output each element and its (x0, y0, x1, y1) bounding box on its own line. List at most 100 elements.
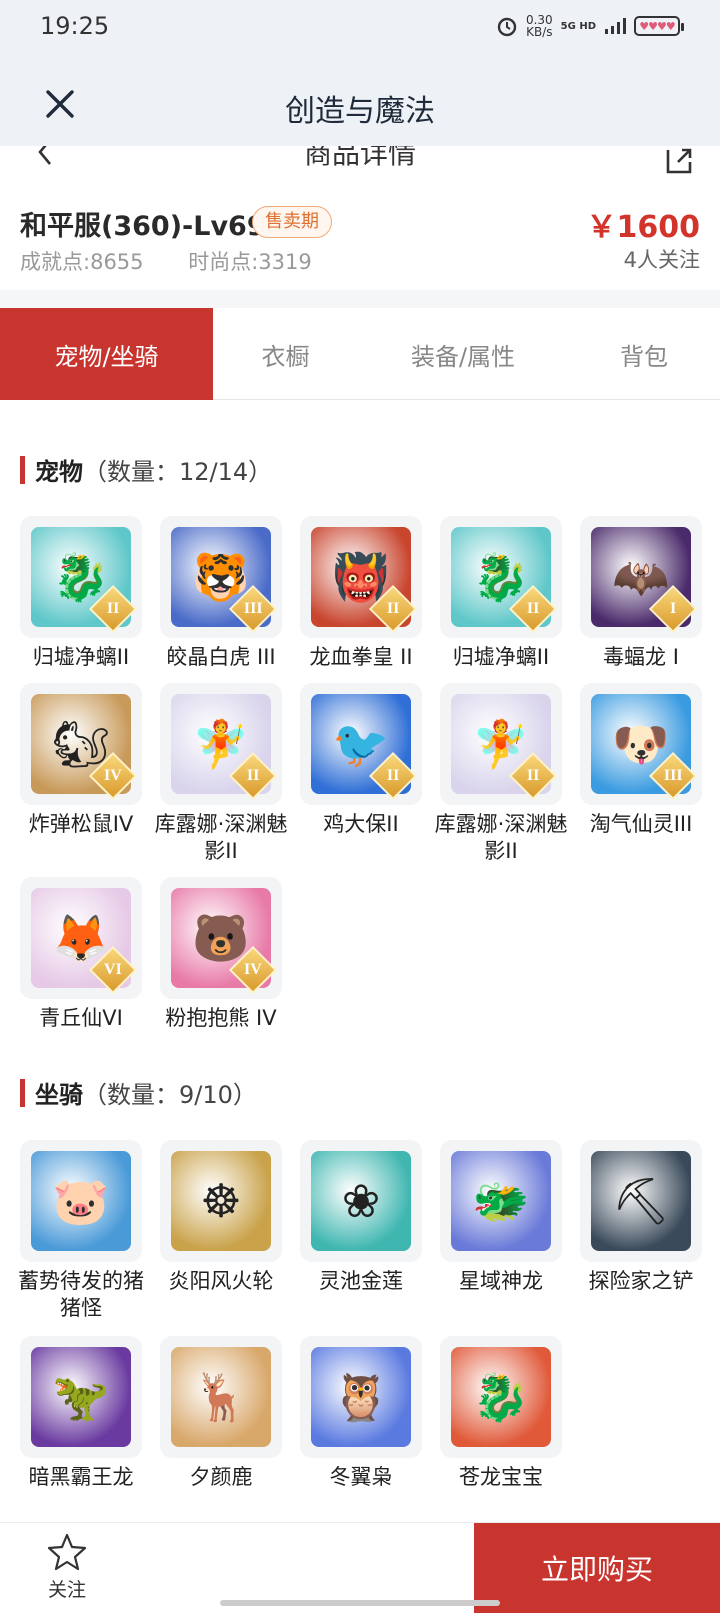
item-name: 探险家之铲 (588, 1269, 694, 1293)
list-item[interactable]: 🧚 II 库露娜·深渊魅影II (155, 683, 287, 865)
section-marker (20, 1078, 25, 1107)
page-title: 创造与魔法 (285, 94, 435, 129)
nav-bar: 创造与魔法 (0, 56, 720, 156)
tab-equipment[interactable]: 装备/属性 (358, 308, 568, 400)
item-name: 龙血拳皇 II (309, 645, 413, 669)
item-thumbnail: 🐿 IV (20, 683, 142, 805)
list-item[interactable]: 🐉 II 归墟净螭II (20, 516, 142, 671)
trex-icon: 🦖 (52, 1369, 110, 1424)
item-name: 粉抱抱熊 IV (165, 1006, 277, 1030)
product-stats: 成就点:8655 时尚点:3319 (20, 246, 350, 276)
tab-backpack[interactable]: 背包 (568, 308, 720, 400)
item-thumbnail: ☸ (160, 1140, 282, 1262)
pig-icon: 🐷 (52, 1173, 110, 1228)
achievement-stat: 成就点:8655 (20, 250, 144, 274)
buy-now-button[interactable]: 立即购买 (474, 1523, 720, 1613)
list-item[interactable]: 🐷 蓄势待发的猪猪怪 (18, 1140, 144, 1322)
section-marker (20, 455, 25, 484)
item-thumbnail: 🦊 VI (20, 877, 142, 999)
status-bar: 19:25 0.30 KB/s 5G HD ♥♥♥♥ (0, 0, 720, 56)
list-item[interactable]: 👹 II 龙血拳皇 II (300, 516, 422, 671)
item-name: 暗黑霸王龙 (28, 1465, 134, 1489)
item-name: 归墟净螭II (452, 645, 550, 669)
item-thumbnail: 🐻 IV (160, 877, 282, 999)
list-item[interactable]: 🐉 苍龙宝宝 (440, 1336, 562, 1491)
tab-bar: 宠物/坐骑 衣橱 装备/属性 背包 (0, 308, 720, 400)
follow-label: 关注 (47, 1579, 86, 1601)
status-time: 19:25 (40, 12, 110, 40)
list-item[interactable]: 🦌 夕颜鹿 (160, 1336, 282, 1491)
list-item[interactable]: 🦇 I 毒蝠龙 I (580, 516, 702, 671)
list-item[interactable]: 🦉 冬翼枭 (300, 1336, 422, 1491)
item-thumbnail: 🦖 (20, 1336, 142, 1458)
item-thumbnail: 🐉 (440, 1336, 562, 1458)
item-thumbnail: 🐦 II (300, 683, 422, 805)
list-item[interactable]: 🐦 II 鸡大保II (300, 683, 422, 865)
list-item[interactable]: ⛏ 探险家之铲 (580, 1140, 702, 1322)
item-thumbnail: 🐷 (20, 1140, 142, 1262)
item-thumbnail: ❀ (300, 1140, 422, 1262)
item-thumbnail: 🦌 (160, 1336, 282, 1458)
item-name: 星域神龙 (459, 1269, 543, 1293)
product-name: 和平服(360)-Lv69 (20, 211, 266, 242)
list-item[interactable]: 🐲 星域神龙 (440, 1140, 562, 1322)
list-item[interactable]: 🦊 VI 青丘仙VI (20, 877, 142, 1032)
list-item[interactable]: 🐉 II 归墟净螭II (440, 516, 562, 671)
lotus-icon: ❀ (341, 1174, 381, 1228)
status-indicators: 0.30 KB/s 5G HD ♥♥♥♥ (496, 14, 684, 38)
item-thumbnail: 🦇 I (580, 516, 702, 638)
item-thumbnail: 🐯 III (160, 516, 282, 638)
wheel-icon: ☸ (200, 1174, 242, 1228)
product-info: 和平服(360)-Lv69 售卖期 成就点:8655 时尚点:3319 ￥160… (0, 190, 720, 290)
item-name: 毒蝠龙 I (603, 645, 679, 669)
list-item[interactable]: 🐻 IV 粉抱抱熊 IV (160, 877, 282, 1032)
deer-icon: 🦌 (192, 1369, 250, 1424)
item-thumbnail: 🧚 II (160, 683, 282, 805)
share-icon[interactable] (664, 146, 694, 176)
list-item[interactable]: ☸ 炎阳风火轮 (160, 1140, 282, 1322)
price: ￥1600 (586, 210, 701, 245)
signal-icon (605, 18, 626, 34)
item-thumbnail: ⛏ (580, 1140, 702, 1262)
list-item[interactable]: 🐿 IV 炸弹松鼠IV (20, 683, 142, 865)
star-dragon-icon: 🐲 (472, 1173, 530, 1228)
alarm-icon (497, 17, 517, 37)
list-item[interactable]: 🧚 II 库露娜·深渊魅影II (435, 683, 567, 865)
item-name: 冬翼枭 (329, 1465, 393, 1489)
home-indicator (220, 1600, 500, 1606)
tab-wardrobe[interactable]: 衣橱 (213, 308, 358, 400)
network-indicator: 5G HD (560, 20, 596, 32)
item-thumbnail: 🐶 III (580, 683, 702, 805)
list-item[interactable]: 🐶 III 淘气仙灵III (580, 683, 702, 865)
item-name: 库露娜·深渊魅影II (154, 812, 288, 863)
item-name: 淘气仙灵III (589, 812, 693, 836)
status-badge: 售卖期 (252, 206, 332, 238)
divider (0, 290, 720, 308)
item-name: 蓄势待发的猪猪怪 (18, 1269, 144, 1320)
shovel-icon: ⛏ (611, 1173, 671, 1228)
item-name: 炸弹松鼠IV (28, 812, 134, 836)
list-item[interactable]: ❀ 灵池金莲 (300, 1140, 422, 1322)
tab-pets-mounts[interactable]: 宠物/坐骑 (0, 308, 213, 400)
mounts-section-title: 坐骑 （数量：9/10） (20, 1075, 257, 1110)
bottom-bar: 关注 立即购买 (0, 1522, 720, 1613)
owl-icon: 🦉 (332, 1369, 390, 1424)
item-name: 夕颜鹿 (189, 1465, 253, 1489)
item-thumbnail: 🧚 II (440, 683, 562, 805)
item-name: 库露娜·深渊魅影II (434, 812, 568, 863)
follow-button[interactable]: 关注 (22, 1533, 112, 1605)
item-name: 归墟净螭II (32, 645, 130, 669)
list-item[interactable]: 🦖 暗黑霸王龙 (20, 1336, 142, 1491)
item-name: 炎阳风火轮 (168, 1269, 274, 1293)
list-item[interactable]: 🐯 III 皎晶白虎 III (160, 516, 282, 671)
item-name: 青丘仙VI (39, 1006, 123, 1030)
item-thumbnail: 👹 II (300, 516, 422, 638)
follower-count: 4人关注 (623, 248, 700, 272)
item-thumbnail: 🐲 (440, 1140, 562, 1262)
item-thumbnail: 🦉 (300, 1336, 422, 1458)
item-thumbnail: 🐉 II (20, 516, 142, 638)
item-name: 皎晶白虎 III (166, 645, 276, 669)
star-icon (47, 1533, 87, 1571)
fashion-stat: 时尚点:3319 (188, 250, 312, 274)
pets-section-title: 宠物 （数量：12/14） (20, 452, 272, 487)
